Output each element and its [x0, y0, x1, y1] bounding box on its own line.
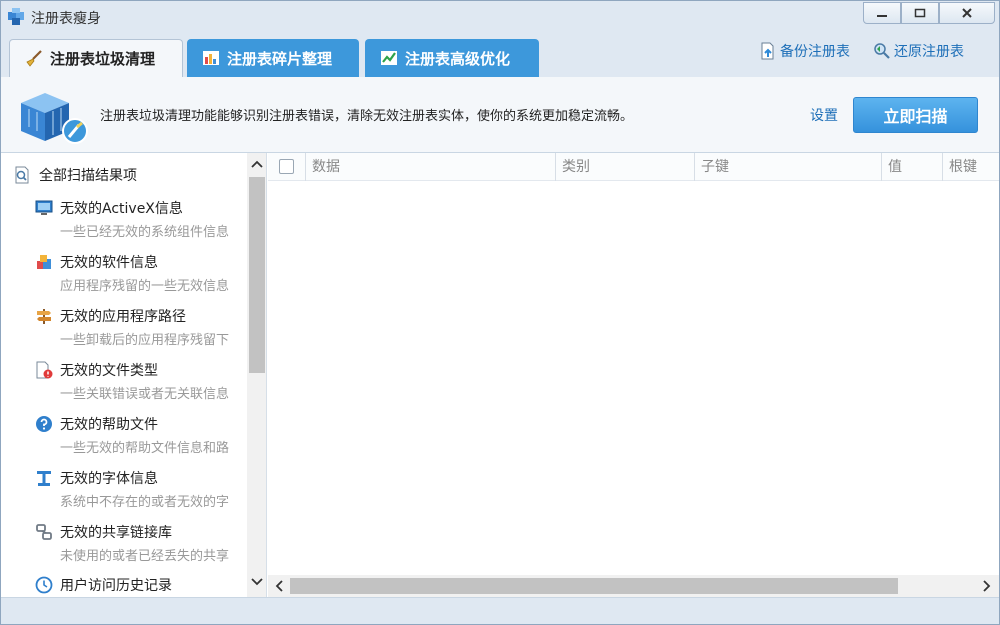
tab-registry-advanced[interactable]: 注册表高级优化 — [365, 39, 539, 77]
main-window: 注册表瘦身 注册表垃圾清理 注册表碎片整理 注册表高级优化 备份注册表 还原注册… — [0, 0, 1000, 625]
registry-cube-icon — [8, 8, 24, 25]
list-item-shared-dll[interactable]: 无效的共享链接库 未使用的或者已经丢失的共享 — [35, 522, 247, 564]
item-title: 无效的软件信息 — [60, 255, 158, 271]
defrag-icon — [203, 51, 219, 65]
restore-icon — [874, 43, 890, 59]
scroll-thumb[interactable] — [249, 177, 265, 373]
backup-icon — [761, 42, 774, 60]
tab-label: 注册表垃圾清理 — [50, 50, 156, 68]
horizontal-scrollbar[interactable] — [268, 575, 999, 597]
minimize-icon — [877, 15, 887, 17]
list-item-help-file[interactable]: 无效的帮助文件 一些无效的帮助文件信息和路 — [35, 414, 247, 456]
item-subtitle: 一些已经无效的系统组件信息 — [60, 225, 230, 240]
tab-label: 注册表碎片整理 — [227, 49, 333, 68]
item-title: 无效的共享链接库 — [60, 525, 172, 541]
settings-link[interactable]: 设置 — [810, 105, 838, 125]
results-table: 数据 类别 子键 值 根键 — [268, 153, 999, 597]
registry-cube-icon — [21, 93, 88, 144]
table-header: 数据 类别 子键 值 根键 — [268, 153, 999, 181]
restore-label: 还原注册表 — [894, 44, 964, 60]
file-error-icon — [36, 361, 53, 379]
item-subtitle: 一些卸载后的应用程序残留下 — [60, 333, 230, 348]
close-icon — [962, 8, 972, 18]
chart-up-icon — [381, 51, 397, 65]
list-item-history[interactable]: 用户访问历史记录 — [35, 575, 247, 595]
all-results-label: 全部扫描结果项 — [39, 168, 137, 184]
item-title: 无效的文件类型 — [60, 363, 158, 379]
item-title: 无效的帮助文件 — [60, 417, 158, 433]
status-bar — [1, 597, 999, 624]
item-title: 无效的应用程序路径 — [60, 309, 186, 325]
scroll-left-icon[interactable] — [274, 580, 284, 592]
restore-registry-link[interactable]: 还原注册表 — [873, 41, 964, 61]
tab-registry-defrag[interactable]: 注册表碎片整理 — [187, 39, 359, 77]
tab-registry-cleanup[interactable]: 注册表垃圾清理 — [9, 39, 183, 77]
maximize-button[interactable] — [901, 2, 939, 24]
signpost-icon — [37, 309, 51, 324]
feature-description: 注册表垃圾清理功能能够识别注册表错误，清除无效注册表实体，使你的系统更加稳定流畅… — [100, 109, 634, 124]
item-subtitle: 一些无效的帮助文件信息和路 — [60, 441, 230, 456]
vertical-scrollbar[interactable] — [247, 153, 266, 597]
item-subtitle: 未使用的或者已经丢失的共享 — [60, 549, 230, 564]
software-box-icon — [37, 255, 51, 269]
column-header-category[interactable]: 类别 — [555, 153, 694, 181]
list-item-app-path[interactable]: 无效的应用程序路径 一些卸载后的应用程序残留下 — [35, 306, 247, 348]
item-subtitle: 应用程序残留的一些无效信息 — [60, 279, 230, 294]
broom-icon — [26, 49, 42, 67]
history-clock-icon — [35, 576, 53, 594]
category-list: 全部扫描结果项 无效的ActiveX信息 一些已经无效的系统组件信息 无效的软件… — [1, 153, 267, 597]
scan-now-button[interactable]: 立即扫描 — [853, 97, 978, 133]
backup-registry-link[interactable]: 备份注册表 — [759, 41, 850, 61]
link-library-icon — [36, 524, 52, 540]
list-item-file-type[interactable]: 无效的文件类型 一些关联错误或者无关联信息 — [35, 360, 247, 402]
item-title: 无效的字体信息 — [60, 471, 158, 487]
minimize-button[interactable] — [863, 2, 901, 24]
font-icon — [37, 471, 51, 486]
column-header-subkey[interactable]: 子键 — [694, 153, 881, 181]
monitor-icon — [35, 200, 53, 215]
title-bar: 注册表瘦身 — [1, 1, 999, 35]
column-header-data[interactable]: 数据 — [305, 153, 555, 181]
backup-label: 备份注册表 — [780, 44, 850, 60]
column-header-root-key[interactable]: 根键 — [942, 153, 999, 181]
item-subtitle: 一些关联错误或者无关联信息 — [60, 387, 230, 402]
feature-header: 注册表垃圾清理功能能够识别注册表错误，清除无效注册表实体，使你的系统更加稳定流畅… — [1, 77, 999, 153]
window-title: 注册表瘦身 — [31, 11, 101, 27]
column-header-value[interactable]: 值 — [881, 153, 942, 181]
maximize-icon — [914, 8, 926, 18]
select-all-checkbox[interactable] — [279, 159, 294, 174]
list-item-activex[interactable]: 无效的ActiveX信息 一些已经无效的系统组件信息 — [35, 198, 247, 240]
scroll-thumb[interactable] — [290, 578, 898, 594]
item-subtitle: 系统中不存在的或者无效的字 — [60, 495, 230, 510]
scroll-right-icon[interactable] — [982, 580, 992, 592]
scroll-up-icon[interactable] — [251, 159, 263, 169]
tab-bar: 注册表垃圾清理 注册表碎片整理 注册表高级优化 备份注册表 还原注册表 — [1, 35, 999, 77]
help-icon — [36, 416, 52, 432]
close-button[interactable] — [939, 2, 995, 24]
list-item-font[interactable]: 无效的字体信息 系统中不存在的或者无效的字 — [35, 468, 247, 510]
item-title: 用户访问历史记录 — [60, 578, 172, 594]
tab-label: 注册表高级优化 — [405, 49, 511, 68]
item-title: 无效的ActiveX信息 — [60, 201, 183, 217]
scroll-down-icon[interactable] — [251, 577, 263, 587]
search-document-icon — [15, 166, 29, 184]
all-results-item[interactable]: 全部扫描结果项 — [13, 165, 137, 185]
list-item-software[interactable]: 无效的软件信息 应用程序残留的一些无效信息 — [35, 252, 247, 294]
